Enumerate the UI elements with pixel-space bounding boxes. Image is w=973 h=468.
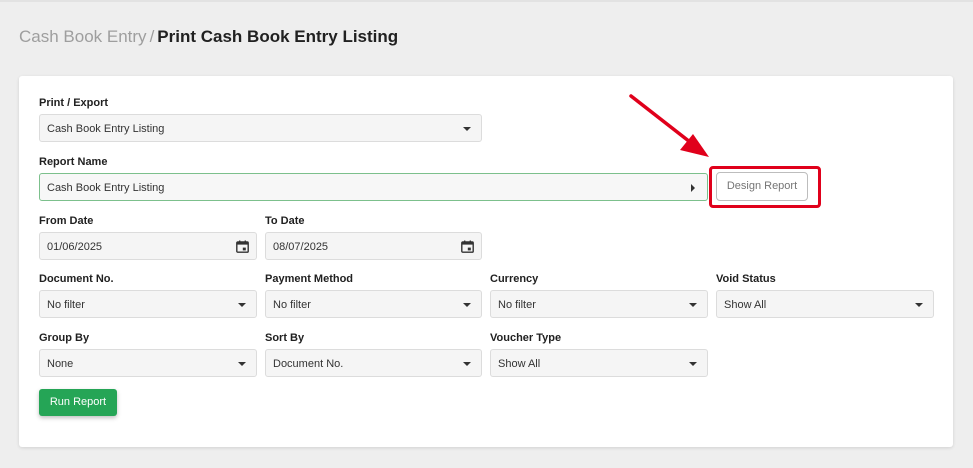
to-date-value: 08/07/2025 — [273, 241, 329, 253]
document-no-value: No filter — [47, 299, 85, 311]
chevron-down-icon — [463, 303, 471, 307]
print-export-label: Print / Export — [39, 97, 109, 109]
report-form-card: Print / Export Cash Book Entry Listing R… — [19, 76, 953, 447]
sort-by-value: Document No. — [273, 358, 344, 370]
calendar-icon[interactable] — [236, 240, 249, 253]
page-title: Print Cash Book Entry Listing — [157, 27, 399, 46]
voucher-type-value: Show All — [498, 358, 541, 370]
group-by-select[interactable]: None — [39, 349, 257, 377]
voucher-type-select[interactable]: Show All — [490, 349, 708, 377]
currency-label: Currency — [490, 273, 539, 285]
sort-by-label: Sort By — [265, 332, 305, 344]
document-no-select[interactable]: No filter — [39, 290, 257, 318]
report-name-value: Cash Book Entry Listing — [47, 182, 165, 194]
chevron-down-icon — [689, 362, 697, 366]
void-status-select[interactable]: Show All — [716, 290, 934, 318]
voucher-type-label: Voucher Type — [490, 332, 562, 344]
chevron-down-icon — [463, 127, 471, 131]
payment-method-select[interactable]: No filter — [265, 290, 482, 318]
document-no-label: Document No. — [39, 273, 114, 285]
void-status-value: Show All — [724, 299, 767, 311]
to-date-input[interactable]: 08/07/2025 — [265, 232, 482, 260]
payment-method-label: Payment Method — [265, 273, 354, 285]
chevron-down-icon — [689, 303, 697, 307]
chevron-down-icon — [915, 303, 923, 307]
from-date-input[interactable]: 01/06/2025 — [39, 232, 257, 260]
group-by-value: None — [47, 358, 74, 370]
group-by-label: Group By — [39, 332, 90, 344]
chevron-down-icon — [238, 303, 246, 307]
print-export-select[interactable]: Cash Book Entry Listing — [39, 114, 482, 142]
chevron-down-icon — [463, 362, 471, 366]
run-report-button[interactable]: Run Report — [39, 389, 117, 416]
report-name-label: Report Name — [39, 156, 108, 168]
payment-method-value: No filter — [273, 299, 311, 311]
currency-select[interactable]: No filter — [490, 290, 708, 318]
top-divider — [0, 0, 973, 2]
chevron-down-icon — [238, 362, 246, 366]
calendar-icon[interactable] — [461, 240, 474, 253]
from-date-value: 01/06/2025 — [47, 241, 103, 253]
print-export-value: Cash Book Entry Listing — [47, 123, 165, 135]
chevron-right-icon — [691, 184, 695, 192]
breadcrumb: Cash Book Entry / Print Cash Book Entry Li… — [19, 27, 398, 47]
void-status-label: Void Status — [716, 273, 776, 285]
report-name-select[interactable]: Cash Book Entry Listing — [39, 173, 708, 201]
breadcrumb-separator: / — [149, 27, 155, 46]
to-date-label: To Date — [265, 215, 305, 227]
sort-by-select[interactable]: Document No. — [265, 349, 482, 377]
breadcrumb-parent[interactable]: Cash Book Entry — [19, 27, 147, 46]
from-date-label: From Date — [39, 215, 94, 227]
currency-value: No filter — [498, 299, 536, 311]
design-report-button[interactable]: Design Report — [716, 172, 808, 201]
